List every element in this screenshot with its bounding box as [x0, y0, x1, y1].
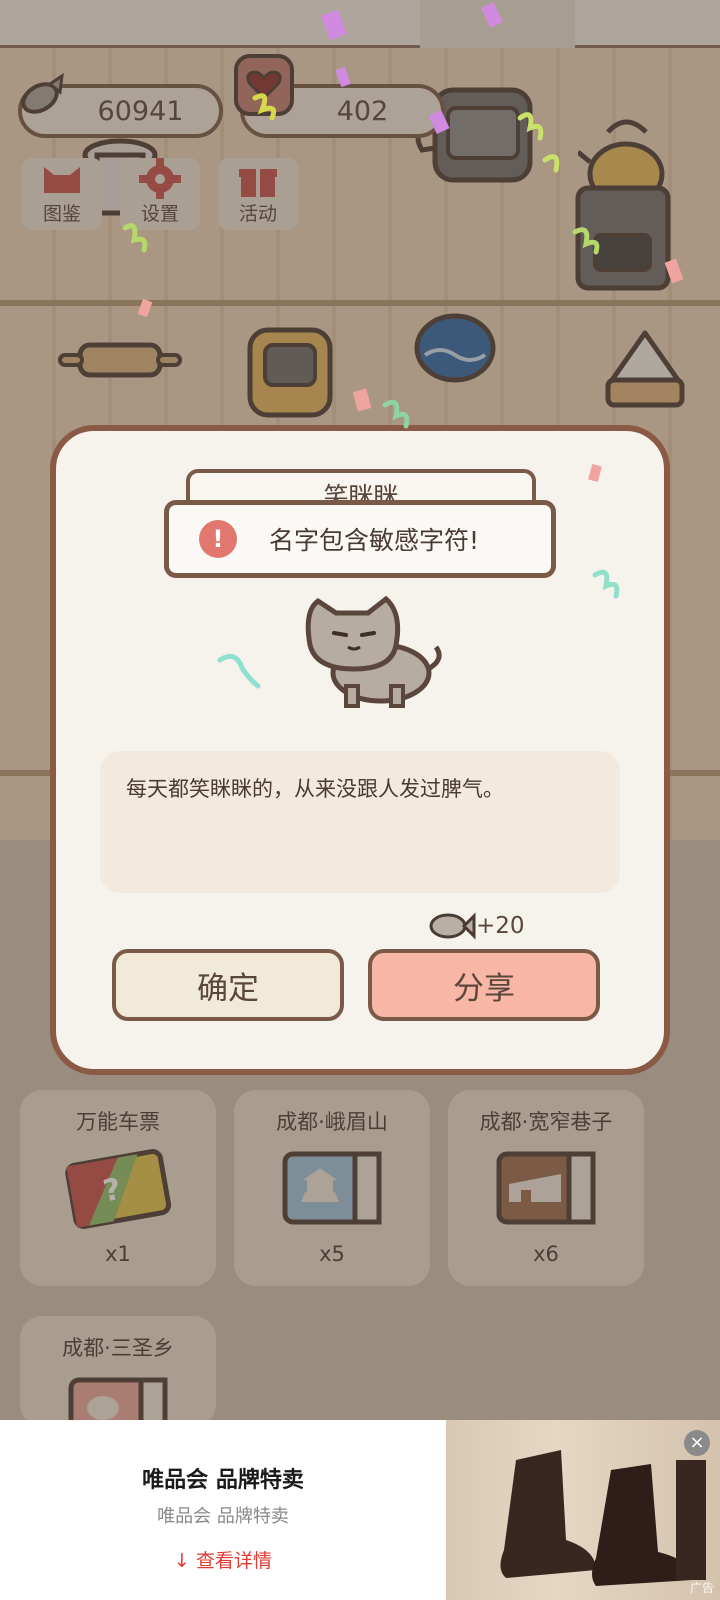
ad-cta-link[interactable]: ↓ 查看详情 [0, 1546, 446, 1573]
ad-cta-label: 查看详情 [195, 1550, 272, 1572]
ad-subtitle: 唯品会 品牌特卖 [157, 1506, 289, 1527]
ad-tag: 广告 [689, 1581, 714, 1595]
boots-image [500, 1450, 706, 1586]
confetti-decoration [122, 2, 684, 689]
ad-banner[interactable]: 唯品会 品牌特卖 唯品会 品牌特卖 ↓ 查看详情 × 广告 [0, 1420, 720, 1600]
ad-image[interactable]: × 广告 [446, 1420, 720, 1600]
download-arrow-icon: ↓ [174, 1550, 196, 1572]
ad-title: 唯品会 品牌特卖 [142, 1468, 304, 1493]
ad-close-button[interactable]: × [684, 1430, 710, 1456]
